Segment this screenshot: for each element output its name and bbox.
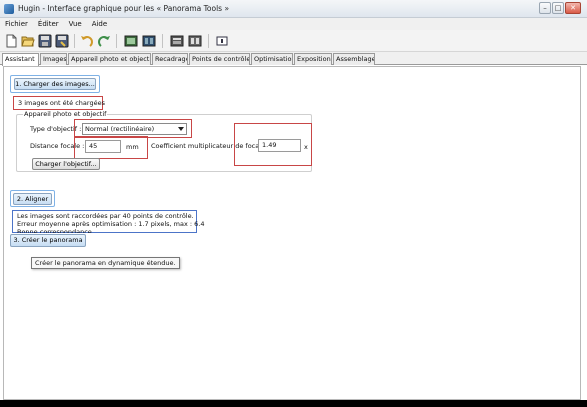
align-status-line3: Bonne correspondance bbox=[17, 228, 92, 233]
window-title: Hugin - Interface graphique pour les « P… bbox=[18, 4, 230, 13]
add-images-icon[interactable] bbox=[124, 34, 138, 48]
menu-fichier[interactable]: Fichier bbox=[5, 20, 28, 28]
lens-type-value: Normal (rectilinéaire) bbox=[85, 125, 155, 133]
save-icon[interactable] bbox=[38, 34, 52, 48]
maximize-button[interactable]: □ bbox=[552, 2, 564, 14]
stitch-icon[interactable] bbox=[142, 34, 156, 48]
toolbar-separator bbox=[74, 34, 75, 48]
info-icon[interactable] bbox=[215, 34, 229, 48]
tab-control-points[interactable]: Points de contrôle bbox=[189, 53, 250, 65]
crop-factor-input[interactable]: 1.49 bbox=[258, 139, 301, 152]
chevron-down-icon bbox=[178, 127, 184, 131]
tab-optimization[interactable]: Optimisation bbox=[251, 53, 293, 65]
minimize-button[interactable]: – bbox=[539, 2, 551, 14]
redo-icon[interactable] bbox=[97, 34, 111, 48]
load-lens-button[interactable]: Charger l'objectif... bbox=[32, 158, 100, 170]
tab-crop[interactable]: Recadrage bbox=[152, 53, 188, 65]
tab-camera-lens[interactable]: Appareil photo et objectif bbox=[68, 53, 151, 65]
tab-stitching[interactable]: Assemblage bbox=[333, 53, 375, 65]
lens-type-select[interactable]: Normal (rectilinéaire) bbox=[82, 123, 187, 135]
images-loaded-status: 3 images ont été chargées bbox=[18, 99, 105, 107]
assistant-panel: 1. Charger des images... 3 images ont ét… bbox=[3, 66, 581, 400]
load-images-button[interactable]: 1. Charger des images... bbox=[14, 78, 96, 90]
focal-length-input[interactable]: 45 bbox=[85, 140, 121, 153]
save-as-icon[interactable] bbox=[55, 34, 69, 48]
focal-length-unit: mm bbox=[126, 143, 139, 151]
tab-exposure[interactable]: Exposition bbox=[294, 53, 332, 65]
create-panorama-button[interactable]: 3. Créer le panorama bbox=[10, 234, 86, 247]
hugin-app-icon bbox=[4, 4, 14, 14]
camera-lens-group-label: Appareil photo et objectif bbox=[23, 110, 108, 118]
tab-assistant[interactable]: Assistant bbox=[2, 53, 39, 66]
align-button[interactable]: 2. Aligner bbox=[13, 193, 52, 205]
menu-editer[interactable]: Éditer bbox=[38, 20, 59, 28]
bottom-edge-bar bbox=[0, 400, 587, 407]
align-status-line1: Les images sont raccordées par 40 points… bbox=[17, 212, 194, 220]
tab-bar: Assistant Images Appareil photo et objec… bbox=[0, 52, 587, 66]
create-panorama-tooltip: Créer le panorama en dynamique étendue. bbox=[31, 257, 180, 269]
undo-icon[interactable] bbox=[80, 34, 94, 48]
fast-preview-icon[interactable] bbox=[188, 34, 202, 48]
toolbar bbox=[0, 30, 587, 52]
align-status-line2: Erreur moyenne après optimisation : 1.7 … bbox=[17, 220, 205, 228]
close-button[interactable]: ✕ bbox=[565, 2, 581, 14]
window-controls: – □ ✕ bbox=[539, 2, 581, 14]
title-bar: Hugin - Interface graphique pour les « P… bbox=[0, 0, 587, 18]
menu-bar: Fichier Éditer Vue Aide bbox=[0, 18, 587, 30]
toolbar-separator bbox=[208, 34, 209, 48]
toolbar-separator bbox=[116, 34, 117, 48]
toolbar-separator bbox=[162, 34, 163, 48]
menu-aide[interactable]: Aide bbox=[92, 20, 107, 28]
open-icon[interactable] bbox=[21, 34, 35, 48]
tab-images[interactable]: Images bbox=[40, 53, 67, 65]
menu-vue[interactable]: Vue bbox=[69, 20, 82, 28]
preview-icon[interactable] bbox=[170, 34, 184, 48]
crop-factor-unit: x bbox=[304, 143, 308, 151]
new-icon[interactable] bbox=[4, 34, 18, 48]
